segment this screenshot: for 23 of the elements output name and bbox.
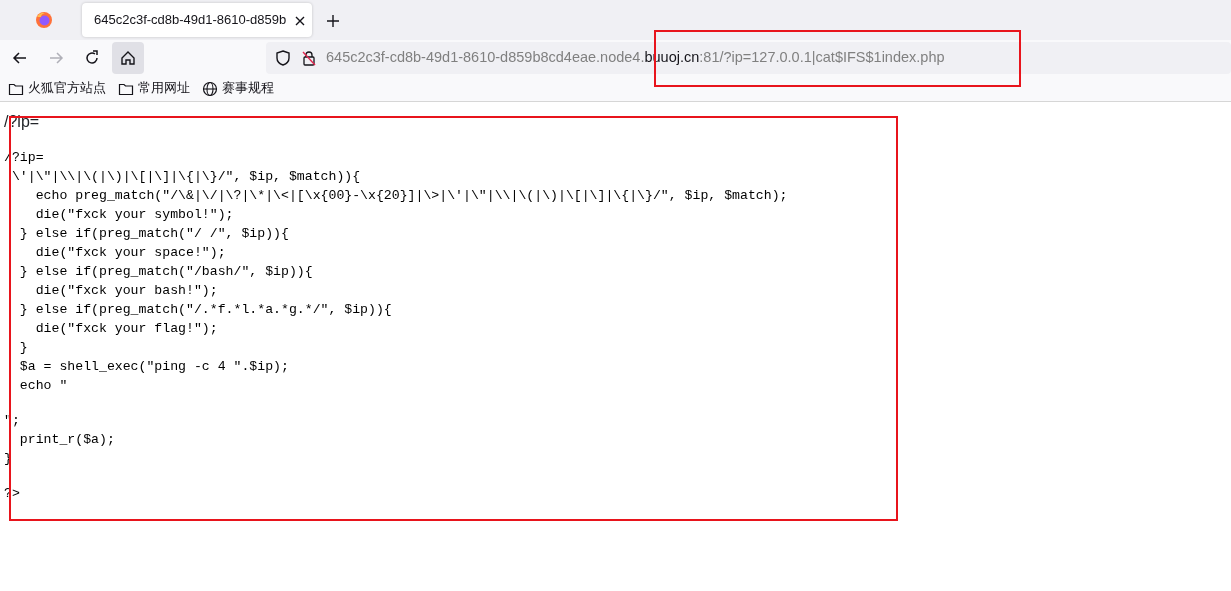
bookmark[interactable]: 火狐官方站点	[8, 79, 106, 98]
bookmark[interactable]: 赛事规程	[202, 79, 274, 98]
code-line: } else if(preg_match("/bash/", $ip)){	[18, 263, 314, 281]
bookmark[interactable]: 常用网址	[118, 79, 190, 98]
browser-logo-icon[interactable]	[35, 11, 53, 29]
code-line: } else if(preg_match("/ /", $ip)){	[18, 225, 290, 243]
browser-tab[interactable]: 645c2c3f-cd8b-49d1-8610-d859b	[82, 3, 312, 37]
code-line: die("fxck your flag!");	[34, 320, 219, 338]
code-line: }	[18, 339, 29, 357]
code-line: } else if(preg_match("/.*f.*l.*a.*g.*/", $ip)){	[18, 301, 393, 319]
code-line: echo preg_match("/\&|\/|\?|\*|\<|[\x{00}-\x{20}]|\>|\'|\"|\\|\(|\)|\[|\]|\{|\}/", $ip, $match);	[34, 187, 789, 205]
shield-icon[interactable]	[274, 49, 292, 67]
code-line: die("fxck your symbol!");	[34, 206, 235, 224]
code-line: echo "	[18, 377, 69, 395]
code-line: print_r($a);	[18, 431, 116, 449]
tab-title: 645c2c3f-cd8b-49d1-8610-d859b	[94, 11, 287, 30]
home-icon[interactable]	[112, 42, 144, 74]
code-line: $a = shell_exec("ping -c 4 ".$ip);	[18, 358, 290, 376]
code-line: die("fxck your space!");	[34, 244, 227, 262]
code-line: die("fxck your bash!");	[34, 282, 219, 300]
globe-icon	[202, 80, 218, 97]
insecure-lock-icon[interactable]	[300, 49, 318, 67]
code-line: \'|\"|\\|\(|\)|\[|\]|\{|\}/", $ip, $match)){	[10, 168, 362, 186]
